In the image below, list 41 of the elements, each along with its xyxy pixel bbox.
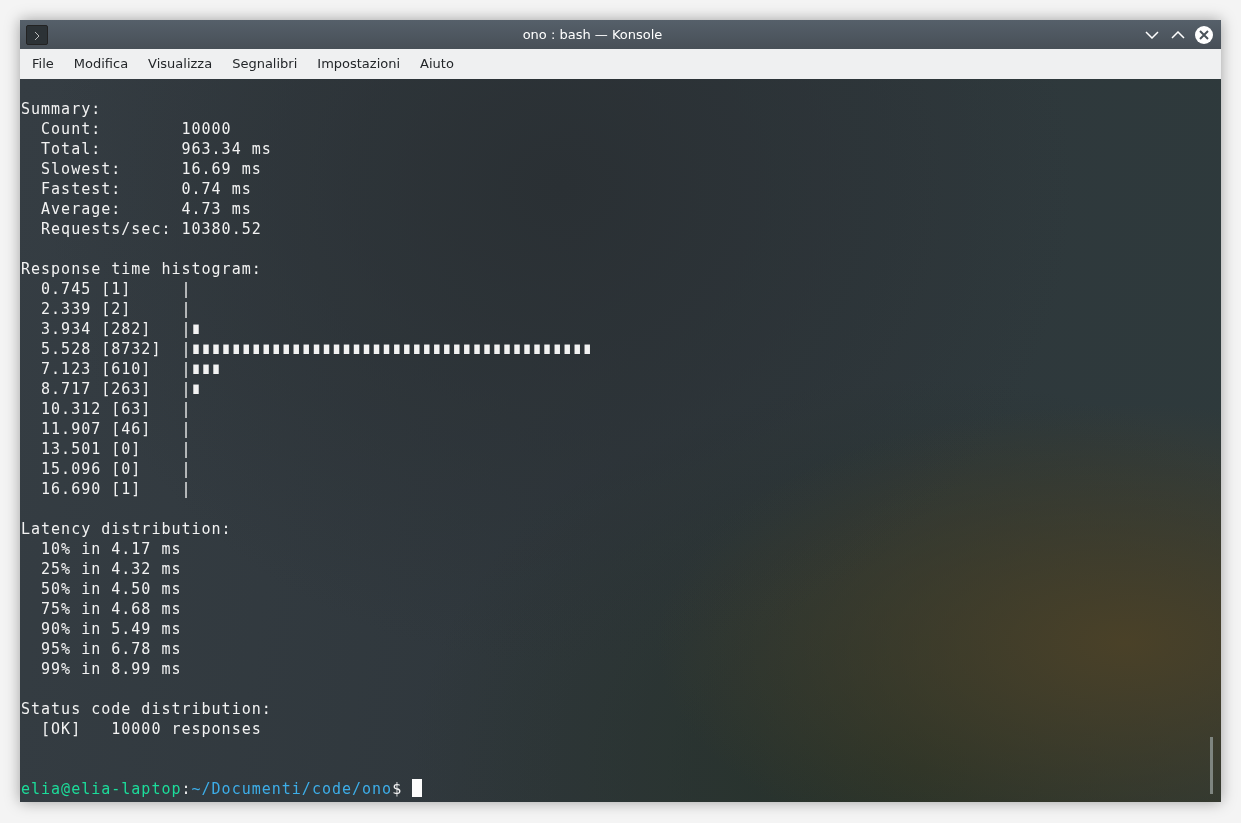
terminal-line: 3.934 [282] |∎ [40,319,203,339]
terminal-line: Count: 10000 [40,119,233,139]
terminal-line: Slowest: 16.69 ms [40,159,263,179]
terminal-line: 8.717 [263] |∎ [40,379,203,399]
menu-item[interactable]: Segnalibri [222,50,308,78]
menu-item[interactable]: Aiuto [410,50,464,78]
terminal-line: 15.096 [0] | [40,459,193,479]
terminal-app-icon[interactable] [26,24,48,45]
terminal-line: 7.123 [610] |∎∎∎ [40,359,223,379]
terminal-line: 13.501 [0] | [40,439,193,459]
terminal-line: 25% in 4.32 ms [40,559,183,579]
menu-item[interactable]: Impostazioni [307,50,411,78]
terminal-line: 0.745 [1] | [40,279,193,299]
terminal-line: Total: 963.34 ms [40,139,273,159]
terminal-line: Response time histogram: [21,259,263,279]
terminal-line: Summary: [21,99,103,119]
terminal-line: 99% in 8.99 ms [40,659,183,679]
terminal-line: 10.312 [63] | [40,399,193,419]
terminal-line: 50% in 4.50 ms [40,579,183,599]
scrollbar[interactable] [1210,737,1213,794]
menu-item[interactable]: Modifica [63,50,139,78]
terminal-line: 5.528 [8732] |∎∎∎∎∎∎∎∎∎∎∎∎∎∎∎∎∎∎∎∎∎∎∎∎∎∎∎∎∎∎∎∎∎∎∎∎∎∎∎∎ [40,339,594,359]
window-title: ono : bash — Konsole [521,25,664,44]
terminal-line: Fastest: 0.74 ms [40,179,253,199]
terminal-line: Average: 4.73 ms [40,199,253,219]
terminal-line: Status code distribution: [21,699,273,719]
menu-item[interactable]: File [22,50,64,78]
terminal-line: 11.907 [46] | [40,419,193,439]
terminal-line: 75% in 4.68 ms [40,599,183,619]
menu-item[interactable]: Visualizza [138,50,223,78]
text-cursor [412,779,423,797]
terminal-line: Latency distribution: [21,519,233,539]
close-icon[interactable] [1193,23,1215,46]
shell-prompt: elia@elia-laptop:~/Documenti/code/ono$ [21,779,423,799]
terminal-line: [OK] 10000 responses [40,719,263,739]
terminal-line: 95% in 6.78 ms [40,639,183,659]
terminal-line: Requests/sec: 10380.52 [40,219,263,239]
terminal-line: 10% in 4.17 ms [40,539,183,559]
terminal-line: 16.690 [1] | [40,479,193,499]
terminal-line: 2.339 [2] | [40,299,193,319]
terminal-line: 90% in 5.49 ms [40,619,183,639]
